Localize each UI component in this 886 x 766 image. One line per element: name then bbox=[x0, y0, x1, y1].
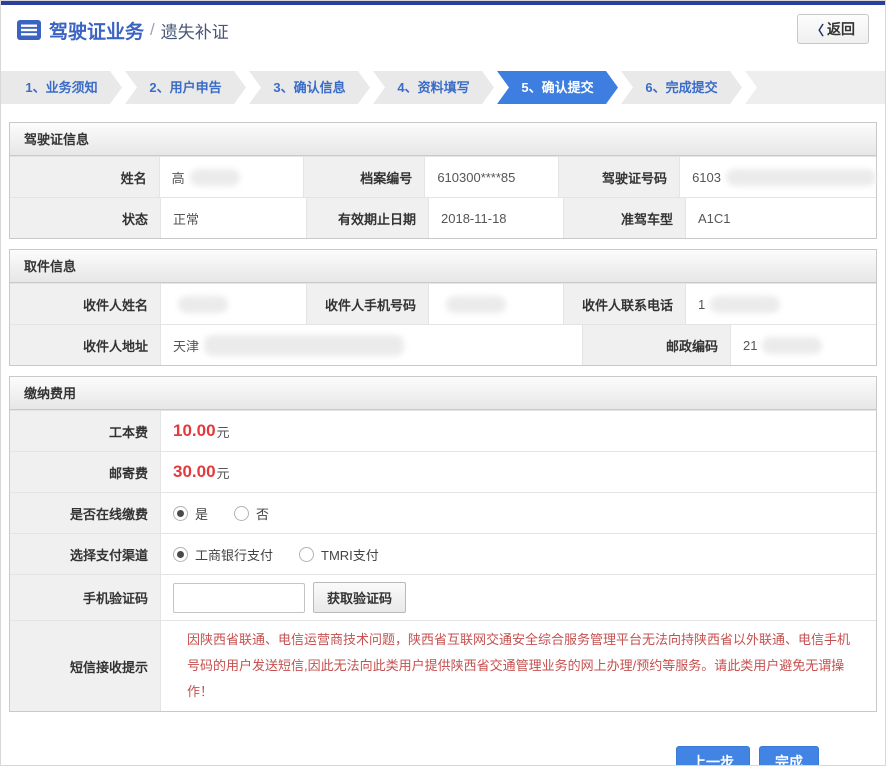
redaction-blur bbox=[726, 169, 876, 186]
step-tab-4[interactable]: 4、资料填写 bbox=[373, 71, 494, 104]
redaction-blur bbox=[710, 296, 780, 313]
vehicle-class-label: 准驾车型 bbox=[563, 198, 685, 238]
recipient-mobile-label: 收件人手机号码 bbox=[306, 284, 428, 324]
chevron-left-icon: 〈 bbox=[811, 20, 824, 39]
main-content: 驾驶证信息 姓名 高 档案编号 610300****85 驾驶证号码 6103 … bbox=[1, 122, 885, 766]
radio-unchecked-icon[interactable] bbox=[299, 547, 314, 562]
redaction-blur bbox=[190, 169, 240, 186]
step-tab-1[interactable]: 1、业务须知 bbox=[1, 71, 122, 104]
license-no-value: 6103 bbox=[679, 157, 876, 197]
pickup-info-section-title: 取件信息 bbox=[10, 250, 876, 283]
table-row: 收件人地址 天津 邮政编码 21 bbox=[10, 324, 876, 365]
table-row: 收件人姓名 收件人手机号码 收件人联系电话 1 bbox=[10, 283, 876, 324]
footer-actions: 上一步 完成 bbox=[9, 712, 877, 766]
table-row: 姓名 高 档案编号 610300****85 驾驶证号码 6103 bbox=[10, 156, 876, 197]
post-fee-value: 30.00 元 bbox=[160, 452, 876, 492]
radio-checked-icon[interactable] bbox=[173, 506, 188, 521]
previous-step-button[interactable]: 上一步 bbox=[676, 746, 750, 766]
post-fee-unit: 元 bbox=[217, 463, 230, 482]
step-tab-3[interactable]: 3、确认信息 bbox=[249, 71, 370, 104]
channel-icbc-label: 工商银行支付 bbox=[195, 545, 273, 564]
page-title: 驾驶证业务 bbox=[49, 17, 144, 44]
channel-icbc-option[interactable]: 工商银行支付 bbox=[173, 545, 273, 564]
status-value: 正常 bbox=[160, 198, 306, 238]
name-value: 高 bbox=[159, 157, 304, 197]
post-fee-row: 邮寄费 30.00 元 bbox=[10, 451, 876, 492]
recipient-phone-label: 收件人联系电话 bbox=[563, 284, 685, 324]
breadcrumb-separator: / bbox=[150, 20, 155, 40]
step-tab-6[interactable]: 6、完成提交 bbox=[621, 71, 742, 104]
license-business-icon bbox=[17, 20, 41, 40]
breadcrumb-current: 遗失补证 bbox=[161, 18, 229, 43]
postal-code-label: 邮政编码 bbox=[582, 325, 730, 365]
online-pay-yes-label: 是 bbox=[195, 504, 208, 523]
pay-channel-row: 选择支付渠道 工商银行支付 TMRI支付 bbox=[10, 533, 876, 574]
status-label: 状态 bbox=[10, 198, 160, 238]
online-pay-label: 是否在线缴费 bbox=[10, 493, 160, 533]
table-row: 状态 正常 有效期止日期 2018-11-18 准驾车型 A1C1 bbox=[10, 197, 876, 238]
vehicle-class-value: A1C1 bbox=[685, 198, 876, 238]
redaction-blur bbox=[446, 296, 506, 313]
sms-notice-cell: 因陕西省联通、电信运营商技术问题，陕西省互联网交通安全综合服务管理平台无法向持陕… bbox=[160, 621, 876, 711]
finish-button[interactable]: 完成 bbox=[759, 746, 819, 766]
recipient-name-value bbox=[160, 284, 306, 324]
get-sms-code-button[interactable]: 获取验证码 bbox=[313, 582, 406, 613]
radio-unchecked-icon[interactable] bbox=[234, 506, 249, 521]
payment-section: 缴纳费用 工本费 10.00 元 邮寄费 30.00 元 是否在线缴费 bbox=[9, 376, 877, 712]
header: 驾驶证业务 / 遗失补证 〈 返回 bbox=[1, 5, 885, 55]
recipient-address-label: 收件人地址 bbox=[10, 325, 160, 365]
license-info-section: 驾驶证信息 姓名 高 档案编号 610300****85 驾驶证号码 6103 … bbox=[9, 122, 877, 239]
sms-code-label: 手机验证码 bbox=[10, 575, 160, 620]
sms-notice-label: 短信接收提示 bbox=[10, 621, 160, 711]
redaction-blur bbox=[178, 296, 228, 313]
post-fee-amount: 30.00 bbox=[173, 462, 216, 482]
license-no-label: 驾驶证号码 bbox=[558, 157, 679, 197]
channel-tmri-label: TMRI支付 bbox=[321, 545, 379, 564]
pay-channel-options: 工商银行支付 TMRI支付 bbox=[160, 534, 876, 574]
back-button-label: 返回 bbox=[827, 19, 855, 39]
license-info-section-title: 驾驶证信息 bbox=[10, 123, 876, 156]
step-tabs: 1、业务须知 2、用户申告 3、确认信息 4、资料填写 5、确认提交 6、完成提… bbox=[1, 71, 885, 104]
online-pay-yes-option[interactable]: 是 bbox=[173, 504, 208, 523]
online-pay-row: 是否在线缴费 是 否 bbox=[10, 492, 876, 533]
step-tab-2[interactable]: 2、用户申告 bbox=[125, 71, 246, 104]
pickup-info-section: 取件信息 收件人姓名 收件人手机号码 收件人联系电话 1 收件人地址 天津 邮政… bbox=[9, 249, 877, 366]
pay-channel-label: 选择支付渠道 bbox=[10, 534, 160, 574]
name-label: 姓名 bbox=[10, 157, 159, 197]
online-pay-no-label: 否 bbox=[256, 504, 269, 523]
online-pay-options: 是 否 bbox=[160, 493, 876, 533]
work-fee-label: 工本费 bbox=[10, 411, 160, 451]
sms-code-input[interactable] bbox=[173, 583, 305, 613]
recipient-name-label: 收件人姓名 bbox=[10, 284, 160, 324]
recipient-address-value: 天津 bbox=[160, 325, 582, 365]
postal-code-value: 21 bbox=[730, 325, 876, 365]
expiry-value: 2018-11-18 bbox=[428, 198, 563, 238]
redaction-blur bbox=[762, 337, 822, 354]
channel-tmri-option[interactable]: TMRI支付 bbox=[299, 545, 379, 564]
work-fee-value: 10.00 元 bbox=[160, 411, 876, 451]
sms-code-row: 手机验证码 获取验证码 bbox=[10, 574, 876, 620]
back-button[interactable]: 〈 返回 bbox=[797, 14, 869, 44]
payment-section-title: 缴纳费用 bbox=[10, 377, 876, 410]
file-no-label: 档案编号 bbox=[303, 157, 424, 197]
sms-notice-text: 因陕西省联通、电信运营商技术问题，陕西省互联网交通安全综合服务管理平台无法向持陕… bbox=[173, 621, 876, 711]
redaction-blur bbox=[204, 335, 404, 356]
sms-code-field: 获取验证码 bbox=[160, 575, 876, 620]
online-pay-no-option[interactable]: 否 bbox=[234, 504, 269, 523]
step-tabs-filler bbox=[745, 71, 885, 104]
page: 驾驶证业务 / 遗失补证 〈 返回 1、业务须知 2、用户申告 3、确认信息 4… bbox=[0, 0, 886, 766]
work-fee-row: 工本费 10.00 元 bbox=[10, 410, 876, 451]
recipient-phone-value: 1 bbox=[685, 284, 876, 324]
step-tab-5-active[interactable]: 5、确认提交 bbox=[497, 71, 618, 104]
work-fee-unit: 元 bbox=[217, 422, 230, 441]
radio-checked-icon[interactable] bbox=[173, 547, 188, 562]
expiry-label: 有效期止日期 bbox=[306, 198, 428, 238]
sms-notice-row: 短信接收提示 因陕西省联通、电信运营商技术问题，陕西省互联网交通安全综合服务管理… bbox=[10, 620, 876, 711]
file-no-value: 610300****85 bbox=[424, 157, 558, 197]
recipient-mobile-value bbox=[428, 284, 563, 324]
post-fee-label: 邮寄费 bbox=[10, 452, 160, 492]
work-fee-amount: 10.00 bbox=[173, 421, 216, 441]
